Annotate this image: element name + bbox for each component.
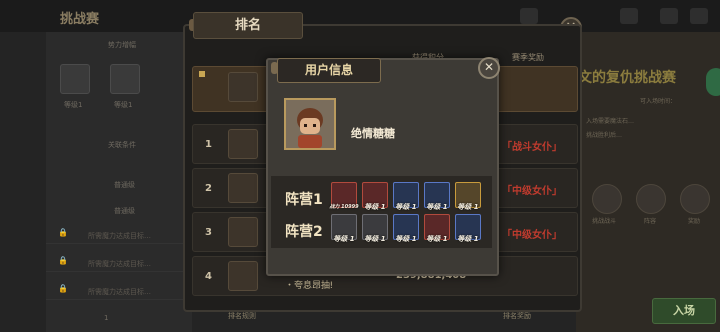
rank-number: 1 [205, 139, 212, 150]
currency-icon[interactable] [520, 8, 538, 24]
enter-button[interactable]: 入场 [652, 298, 716, 324]
battle-icon[interactable] [592, 184, 622, 214]
hero-level: 等级 1 [457, 203, 479, 211]
rank-number: 2 [205, 183, 212, 194]
rankings-tab[interactable]: 排名 [193, 12, 303, 39]
left-label: 势力增幅 [108, 41, 136, 49]
left-label: 普通级 [114, 181, 135, 189]
left-label: 普通级 [114, 207, 135, 215]
hero-level: 等级 1 [364, 235, 386, 243]
left-label: 关联条件 [108, 141, 136, 149]
rank-reward: 「中级女仆」 [502, 186, 562, 197]
team-2-label: 阵营2 [285, 224, 323, 240]
lineup-label: 阵容 [644, 218, 657, 225]
buff-slot[interactable] [60, 64, 90, 94]
hero-level: 等级 1 [457, 235, 479, 243]
avatar[interactable] [228, 129, 258, 159]
hero-level: 等级 1 [333, 235, 355, 243]
ranking-reward-link[interactable]: 排名奖励 [503, 311, 531, 321]
user-info-tab: 用户信息 [277, 58, 381, 83]
rank-number: 4 [205, 271, 212, 282]
lineup-icon[interactable] [636, 184, 666, 214]
lock-icon: 🔒 [58, 256, 68, 265]
left-row-text: 所需魔力达成目标… [88, 232, 151, 240]
hero-level: 等级 1 [426, 235, 448, 243]
reward-label: 奖励 [688, 218, 701, 225]
hero-level: 等级 1 [364, 203, 386, 211]
rank-reward: 「中级女仆」 [502, 230, 562, 241]
hero-level: 战力 10999 [329, 204, 359, 210]
column-reward: 赛季奖励 [512, 53, 544, 62]
event-info: 挑战胜利后… [586, 132, 623, 139]
slot-level: 等级1 [114, 101, 133, 109]
ranking-rules-link[interactable]: 排名规则 [228, 311, 256, 321]
character-portrait-icon [286, 100, 334, 148]
username: 绝情糖糖 [351, 127, 395, 140]
reward-icon[interactable] [680, 184, 710, 214]
buff-slot[interactable] [110, 64, 140, 94]
team-1-label: 阵营1 [285, 192, 323, 208]
user-portrait [284, 98, 336, 150]
battle-label: 挑战战斗 [592, 218, 617, 225]
close-icon[interactable]: ✕ [478, 57, 500, 79]
avatar[interactable] [228, 261, 258, 291]
avatar[interactable] [228, 217, 258, 247]
left-row-text: 所需魔力达成目标… [88, 288, 151, 296]
hero-level: 等级 1 [426, 203, 448, 211]
lock-icon: 🔒 [58, 284, 68, 293]
left-row-text: 所需魔力达成目标… [88, 260, 151, 268]
rank-badge-icon [199, 71, 205, 77]
event-title: 文的复仇挑战赛 [578, 70, 676, 86]
lock-icon: 🔒 [58, 228, 68, 237]
event-info: 可入场时间： [640, 98, 677, 105]
background-title: 挑战赛 [60, 12, 100, 27]
rank-reward: 「战斗女仆」 [502, 142, 562, 153]
hero-level: 等级 1 [395, 235, 417, 243]
event-info: 入场需要魔法石… [586, 118, 635, 125]
avatar[interactable] [228, 72, 258, 102]
hero-level: 等级 1 [395, 203, 417, 211]
player-name: ・夸息昂抽ǃ [285, 281, 333, 291]
menu-icon[interactable] [690, 8, 708, 24]
bottom-count: 1 [104, 314, 109, 322]
gear-icon[interactable] [660, 8, 678, 24]
slot-level: 等级1 [64, 101, 83, 109]
avatar[interactable] [228, 173, 258, 203]
rank-number: 3 [205, 227, 212, 238]
currency-icon[interactable] [620, 8, 638, 24]
map-pin-icon[interactable] [706, 68, 720, 96]
